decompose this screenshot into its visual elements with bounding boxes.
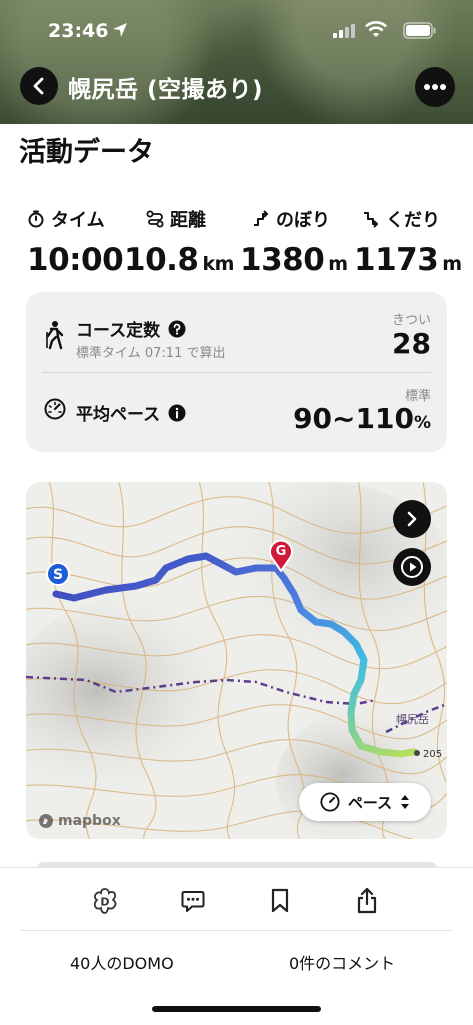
stat-distance-unit: km bbox=[202, 253, 235, 275]
speedometer-small-icon bbox=[320, 792, 340, 812]
goal-marker-letter: G bbox=[276, 544, 287, 559]
descent-icon bbox=[364, 212, 378, 228]
header: 23:46 幌尻岳 (空撮あり) bbox=[0, 0, 473, 124]
comment-icon bbox=[181, 891, 205, 912]
more-options-button[interactable] bbox=[415, 67, 455, 107]
status-time: 23:46 bbox=[48, 20, 109, 42]
bookmark-icon bbox=[271, 888, 289, 913]
stat-descent-label: くだり bbox=[386, 210, 440, 231]
info-icon[interactable] bbox=[168, 404, 186, 422]
start-marker-letter: S bbox=[53, 567, 63, 583]
stat-distance-label: 距離 bbox=[170, 210, 206, 231]
course-constant-sub: 標準タイム 07:11 で算出 bbox=[76, 346, 226, 361]
bottom-divider bbox=[20, 930, 453, 931]
stat-descent: くだり 1173 m bbox=[354, 206, 462, 278]
stat-time-label: タイム bbox=[51, 210, 105, 231]
back-button[interactable] bbox=[20, 67, 58, 105]
route-map[interactable]: 幌尻岳 205 S G ペース mapbox bbox=[26, 482, 447, 839]
sort-arrows-icon bbox=[401, 795, 410, 809]
stat-ascent-label: のぼり bbox=[276, 210, 330, 231]
bookmark-button[interactable] bbox=[263, 884, 297, 918]
map-next-button[interactable] bbox=[393, 500, 431, 538]
pace-toggle-label: ペース bbox=[347, 793, 393, 812]
speedometer-icon bbox=[44, 398, 66, 420]
mapbox-logo-icon bbox=[39, 814, 53, 828]
stopwatch-icon bbox=[28, 210, 44, 228]
stat-time: タイム 10:00 bbox=[27, 206, 124, 278]
average-pace-value: 90~110 bbox=[293, 402, 414, 435]
goal-marker-icon[interactable]: G bbox=[268, 538, 294, 572]
activity-stats: タイム 10:00 距離 10.8 km のぼり 1380 m くだり 1173 m bbox=[0, 206, 473, 278]
domo-count[interactable]: 40人のDOMO bbox=[70, 950, 174, 974]
mapbox-attribution[interactable]: mapbox bbox=[38, 813, 121, 829]
average-pace-label: 平均ペース bbox=[76, 405, 161, 425]
chevron-right-icon bbox=[407, 511, 417, 527]
pace-toggle-button[interactable]: ペース bbox=[299, 783, 431, 821]
average-pace-unit: % bbox=[413, 413, 431, 433]
more-dots-icon bbox=[424, 84, 446, 90]
battery-icon bbox=[403, 22, 436, 39]
svg-text:D: D bbox=[100, 896, 109, 909]
section-title: 活動データ bbox=[19, 137, 154, 168]
average-pace-row[interactable]: 平均ペース bbox=[76, 400, 186, 425]
home-indicator[interactable] bbox=[152, 1006, 321, 1012]
stat-ascent-unit: m bbox=[328, 253, 348, 275]
share-button[interactable] bbox=[350, 884, 384, 918]
help-icon[interactable] bbox=[168, 320, 186, 338]
page-title: 幌尻岳 (空撮あり) bbox=[68, 77, 264, 103]
route-icon bbox=[146, 210, 164, 228]
stat-distance-value: 10.8 bbox=[124, 242, 199, 278]
domo-flower-icon: D bbox=[93, 888, 117, 914]
status-bar: 23:46 bbox=[0, 18, 473, 46]
course-difficulty-tag: きつい bbox=[391, 313, 431, 328]
average-pace-value-wrap: 90~110% bbox=[293, 402, 431, 435]
domo-button[interactable]: D bbox=[88, 884, 122, 918]
stat-ascent-value: 1380 bbox=[240, 242, 325, 278]
course-constant-row[interactable]: コース定数 bbox=[76, 316, 186, 341]
course-constant-label: コース定数 bbox=[76, 321, 161, 341]
stat-distance: 距離 10.8 km bbox=[124, 206, 234, 278]
map-peak-label: 幌尻岳 bbox=[396, 712, 429, 726]
comment-button[interactable] bbox=[176, 884, 210, 918]
play-icon bbox=[401, 556, 423, 578]
hiker-icon bbox=[46, 321, 64, 350]
start-marker-icon[interactable]: S bbox=[46, 562, 70, 590]
course-constant-value: 28 bbox=[392, 327, 431, 360]
wifi-icon bbox=[365, 21, 387, 37]
bottom-action-bar: D 40人のDOMO 0件のコメント bbox=[0, 867, 473, 1025]
stat-ascent: のぼり 1380 m bbox=[240, 206, 348, 278]
mapbox-attribution-text: mapbox bbox=[58, 813, 121, 829]
chevron-left-icon bbox=[33, 77, 44, 95]
comment-count[interactable]: 0件のコメント bbox=[289, 950, 395, 974]
signal-icon bbox=[333, 24, 355, 38]
map-play-button[interactable] bbox=[393, 548, 431, 586]
location-arrow-icon bbox=[113, 23, 127, 37]
map-elevation-label: 205 bbox=[423, 749, 442, 760]
stat-time-value: 10:00 bbox=[27, 242, 124, 278]
card-divider bbox=[42, 372, 431, 373]
stat-descent-unit: m bbox=[442, 253, 462, 275]
share-icon bbox=[357, 887, 377, 914]
stat-descent-value: 1173 bbox=[354, 242, 439, 278]
course-pace-card: コース定数 標準タイム 07:11 で算出 きつい 28 平均ペース 標準 90… bbox=[26, 292, 447, 452]
ascent-icon bbox=[254, 210, 268, 226]
